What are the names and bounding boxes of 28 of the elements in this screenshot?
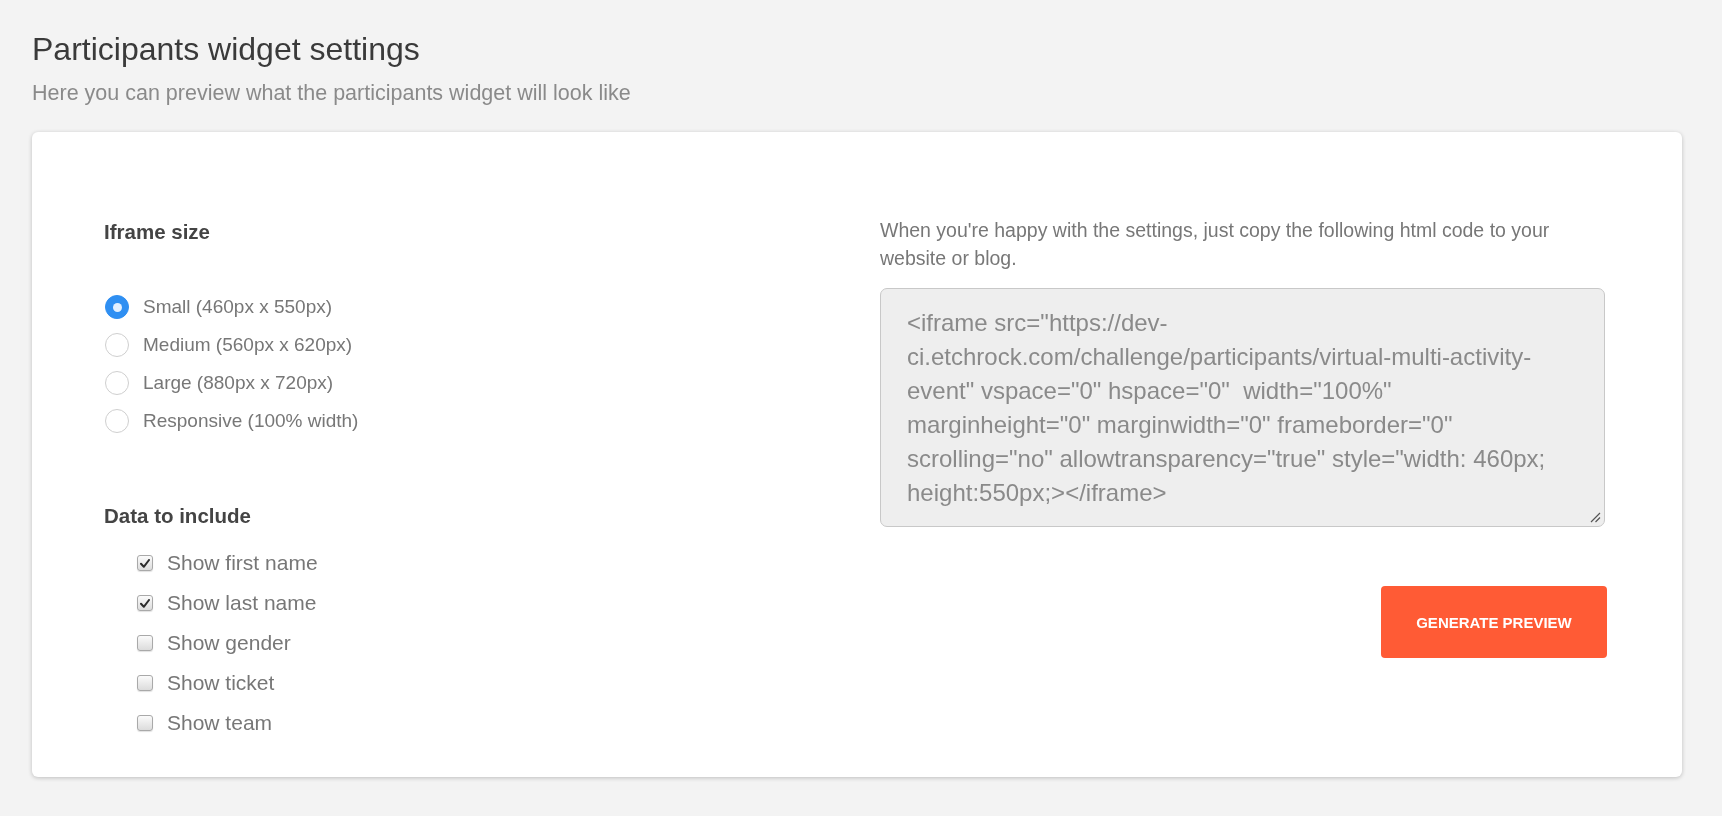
checkbox-label[interactable]: Show gender <box>167 630 291 656</box>
instructions-text: When you're happy with the settings, just copy the following html code to your website or blog. <box>880 218 1551 271</box>
checkbox-label[interactable]: Show ticket <box>167 670 275 696</box>
radio-button[interactable] <box>105 371 129 395</box>
radio-button[interactable] <box>105 333 129 357</box>
page-title: Participants widget settings <box>32 30 421 68</box>
checkmark-icon <box>140 558 150 568</box>
radio-button[interactable] <box>105 409 129 433</box>
radio-label[interactable]: Medium (560px x 620px) <box>143 333 353 357</box>
radio-label[interactable]: Small (460px x 550px) <box>143 295 333 319</box>
checkbox-label[interactable]: Show last name <box>167 590 317 616</box>
page-subtitle: Here you can preview what the participants widget will look like <box>32 80 632 106</box>
checkbox[interactable] <box>137 595 153 611</box>
checkbox[interactable] <box>137 555 153 571</box>
checkbox-label[interactable]: Show first name <box>167 550 318 576</box>
checkmark-icon <box>140 598 150 608</box>
section-heading: Iframe size <box>104 219 210 245</box>
section-heading: Data to include <box>104 503 251 529</box>
embed-code-field[interactable]: <iframe src="https://dev-ci.etchrock.com/challenge/participants/virtual-multi-activity-event" vspace="0" hspace="0" width="100%" marginheight="0" marginwidth="0" frameborder="0" scrolling="no" allowtransparency="true" style="width: 460px; height:550px;></iframe> <box>880 288 1605 527</box>
radio-label[interactable]: Responsive (100% width) <box>143 409 359 433</box>
generate-preview-button[interactable]: GENERATE PREVIEW <box>1381 586 1607 658</box>
checkbox[interactable] <box>137 675 153 691</box>
radio-label[interactable]: Large (880px x 720px) <box>143 371 334 395</box>
resize-grip-icon[interactable] <box>1590 512 1601 523</box>
radio-button[interactable] <box>105 295 129 319</box>
checkbox-label[interactable]: Show team <box>167 710 273 736</box>
checkbox[interactable] <box>137 635 153 651</box>
checkbox[interactable] <box>137 715 153 731</box>
